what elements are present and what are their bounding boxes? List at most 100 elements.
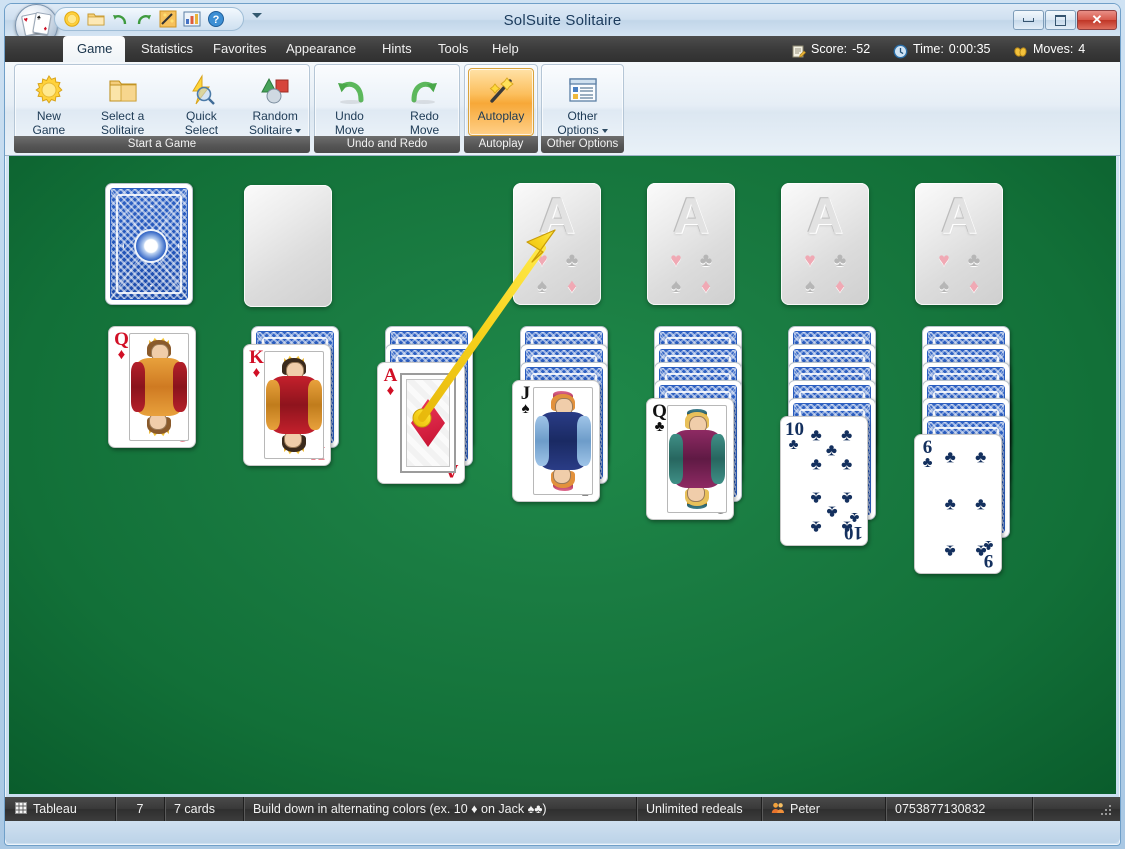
new-game-label-1: New (37, 109, 61, 123)
club-icon: ♣ (700, 251, 712, 270)
heart-icon: ♥ (804, 251, 815, 270)
foundation-placeholder-rank: A (781, 189, 869, 243)
ribbon-separator (162, 74, 163, 130)
chevron-down-icon[interactable] (602, 129, 608, 133)
spade-pip: ♠ (36, 14, 41, 22)
foundation-suit-row: ♥ ♣ ♠ ♦ (795, 247, 855, 299)
random-solitaire-label-1: Random (252, 109, 297, 123)
time-stat: Time: 0:00:35 (893, 36, 991, 62)
options-window-icon (567, 74, 599, 106)
undo-icon[interactable] (111, 10, 129, 28)
statistics-icon[interactable] (183, 10, 201, 28)
status-pile-type[interactable]: Tableau (5, 797, 116, 821)
tab-bar: Game Statistics Favorites Appearance Hin… (5, 36, 1120, 62)
redo-move-label-1: Redo (410, 109, 439, 123)
autoplay-icon[interactable] (159, 10, 177, 28)
foundation-suit-row: ♥ ♣ ♠ ♦ (661, 247, 721, 299)
card-king-of-diamonds[interactable]: K ♦ K ♦ (243, 344, 331, 466)
card-6-of-clubs[interactable]: 6 ♣ 9 ♣ ♣♣ ♣♣ ♣♣ (914, 434, 1002, 574)
status-pile-count[interactable]: 7 cards (165, 797, 244, 821)
foundation-2[interactable]: A ♥ ♣ ♠ ♦ (647, 183, 735, 305)
ribbon-group-start-a-game: New Game Select a Solitaire Quick (14, 64, 310, 153)
card-queen-of-diamonds[interactable]: Q ♦ Q ♦ (108, 326, 196, 448)
heart-icon: ♥ (536, 251, 547, 270)
status-deal-number[interactable]: 0753877130832 (886, 797, 1033, 821)
score-stat: Score: -52 (791, 36, 870, 62)
other-options-label-1: Other (567, 109, 597, 123)
diamond-icon: ♦ (701, 277, 711, 296)
other-options-label-2: Options (557, 123, 607, 137)
select-solitaire-label-1: Select a (101, 109, 144, 123)
sun-burst-icon (33, 74, 65, 106)
status-pile-index[interactable]: 7 (116, 797, 165, 821)
window-bottom-edge (5, 821, 1120, 843)
card-ace-of-diamonds[interactable]: A ♦ A ♦ (377, 362, 465, 484)
card-back-pattern (109, 187, 189, 301)
resize-grip[interactable] (1098, 802, 1114, 818)
stock-pile[interactable] (105, 183, 193, 305)
redo-arrow-icon (409, 74, 441, 106)
minimize-button[interactable] (1013, 10, 1044, 30)
foundation-placeholder-rank: A (647, 189, 735, 243)
status-redeals: Unlimited redeals (637, 797, 762, 821)
foundation-placeholder-rank: A (513, 189, 601, 243)
card-10-of-clubs[interactable]: 10 ♣ 10 ♣ ♣♣ ♣ ♣♣ ♣♣ ♣ ♣♣ (780, 416, 868, 546)
card-queen-of-clubs[interactable]: Q ♣ Q ♣ (646, 398, 734, 520)
select-solitaire-label-2: Solitaire (101, 123, 144, 137)
tab-game[interactable]: Game (63, 36, 125, 62)
ribbon-group-autoplay: Autoplay Autoplay (464, 64, 538, 153)
maximize-button[interactable] (1045, 10, 1076, 30)
heart-icon: ♥ (938, 251, 949, 270)
redo-icon[interactable] (135, 10, 153, 28)
random-solitaire-label-2: Solitaire (249, 123, 301, 137)
spade-icon: ♠ (537, 277, 547, 296)
autoplay-button[interactable]: Autoplay (468, 68, 534, 136)
logo-card-right: ♠ ♦ (32, 12, 51, 35)
court-card-art (533, 387, 593, 495)
score-icon (791, 42, 806, 57)
tab-appearance[interactable]: Appearance (272, 36, 370, 62)
waste-pile[interactable] (244, 185, 332, 307)
redo-move-label-2: Move (410, 123, 439, 137)
redo-move-button[interactable]: Redo Move (389, 68, 460, 136)
select-a-solitaire-button[interactable]: Select a Solitaire (88, 68, 158, 136)
chevron-down-icon[interactable] (295, 129, 301, 133)
random-solitaire-button[interactable]: Random Solitaire (240, 68, 310, 136)
foundation-3[interactable]: A ♥ ♣ ♠ ♦ (781, 183, 869, 305)
club-icon: ♣ (566, 251, 578, 270)
card-corner-top-left: Q ♣ (651, 402, 668, 435)
tableau-icon (14, 801, 28, 818)
foundation-1[interactable]: A ♥ ♣ ♠ ♦ (513, 183, 601, 305)
tab-favorites[interactable]: Favorites (199, 36, 280, 62)
new-game-button[interactable]: New Game (14, 68, 84, 136)
pip-layout-10: ♣♣ ♣ ♣♣ ♣♣ ♣ ♣♣ (801, 421, 862, 541)
new-game-label-2: Game (33, 123, 66, 137)
ribbon-group-other-options: Other Options Other Options (541, 64, 624, 153)
game-table[interactable]: A ♥ ♣ ♠ ♦ A ♥ ♣ ♠ ♦ A ♥ ♣ ♠ ♦ (9, 156, 1116, 794)
quick-access-overflow-icon[interactable] (252, 13, 262, 18)
tab-statistics[interactable]: Statistics (127, 36, 207, 62)
club-icon: ♣ (834, 251, 846, 270)
clock-icon (893, 42, 908, 57)
tab-hints[interactable]: Hints (368, 36, 426, 62)
tab-help[interactable]: Help (478, 36, 533, 62)
moves-icon (1013, 42, 1028, 57)
status-player[interactable]: Peter (762, 797, 886, 821)
users-icon (771, 801, 785, 818)
spade-icon: ♠ (939, 277, 949, 296)
card-jack-of-spades[interactable]: J ♠ J ♠ (512, 380, 600, 502)
tab-tools[interactable]: Tools (424, 36, 482, 62)
foundation-suit-row: ♥ ♣ ♠ ♦ (929, 247, 989, 299)
quick-select-button[interactable]: Quick Select (166, 68, 236, 136)
moves-label: Moves: (1033, 36, 1073, 62)
undo-move-button[interactable]: Undo Move (314, 68, 385, 136)
help-icon[interactable]: ? (207, 10, 225, 28)
select-solitaire-icon[interactable] (87, 10, 105, 28)
other-options-button[interactable]: Other Options (545, 68, 621, 136)
foundation-4[interactable]: A ♥ ♣ ♠ ♦ (915, 183, 1003, 305)
pip-layout-6: ♣♣ ♣♣ ♣♣ (935, 439, 996, 569)
new-game-icon[interactable] (63, 10, 81, 28)
close-button[interactable]: ✕ (1077, 10, 1117, 30)
court-card-art (264, 351, 324, 459)
diamond-icon (411, 399, 445, 447)
